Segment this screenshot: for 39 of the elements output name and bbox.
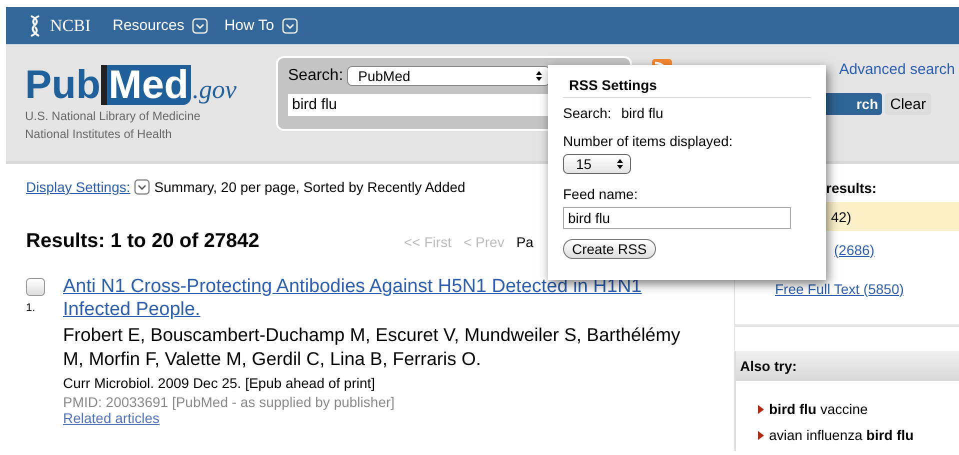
clear-button[interactable]: Clear: [885, 93, 931, 115]
article-pmid: PMID: 20033691 [PubMed - as supplied by publisher]: [63, 394, 396, 410]
results-heading: Results: 1 to 20 of 27842: [26, 230, 260, 253]
filter-heading: results:: [825, 180, 878, 196]
bullet-icon: [758, 430, 764, 440]
feed-name-field[interactable]: bird flu: [563, 207, 791, 229]
logo-subtitle: U.S. National Library of Medicine: [25, 109, 202, 123]
related-articles-link[interactable]: Related articles: [63, 410, 160, 426]
logo-text: Pub: [25, 65, 101, 105]
feed-name-label: Feed name:: [563, 186, 639, 202]
logo-book: Med: [100, 65, 191, 105]
display-summary: Summary, 20 per page, Sorted by Recently Added: [154, 179, 466, 195]
also-try-heading: Also try:: [736, 351, 959, 381]
stepper-arrows-icon: [616, 158, 624, 170]
items-label: Number of items displayed:: [563, 133, 734, 149]
advanced-search-link[interactable]: Advanced search: [839, 60, 955, 78]
stepper-arrows-icon: [535, 70, 544, 82]
logo-subtitle: National Institutes of Health: [25, 127, 173, 141]
article-journal: Curr Microbiol. 2009 Dec 25. [Epub ahead of print]: [63, 375, 376, 391]
items-select[interactable]: 15: [563, 154, 631, 174]
popup-title: RSS Settings: [563, 77, 811, 98]
bullet-icon: [758, 404, 764, 414]
dropdown-icon[interactable]: [134, 179, 150, 195]
logo-suffix: .gov: [192, 75, 237, 105]
nav-menu[interactable]: Resources: [112, 17, 184, 34]
nav-menu[interactable]: How To: [224, 17, 274, 34]
suggestion-link[interactable]: bird flu vaccine: [769, 401, 868, 417]
result-number: 1.: [26, 302, 36, 314]
article-authors: Frobert E, Bouscambert-Duchamp M, Escuret V, Mundweiler S, Barthélémy M, Morfin F, Valette M, Gerdil C, Lina B, Ferraris O.: [63, 323, 682, 371]
filter-item[interactable]: Free Full Text (5850): [735, 274, 959, 303]
suggestion-link[interactable]: avian influenza bird flu: [769, 427, 914, 443]
create-rss-button[interactable]: Create RSS: [563, 239, 656, 259]
display-settings-link[interactable]: Display Settings:: [26, 179, 130, 195]
database-select[interactable]: PubMed: [347, 66, 550, 86]
ncbi-brand[interactable]: NCBI: [50, 16, 91, 36]
pager-link[interactable]: Pa: [516, 234, 534, 250]
search-label: Search:: [288, 67, 344, 85]
dna-icon: [28, 14, 42, 38]
checkbox[interactable]: [26, 278, 45, 296]
